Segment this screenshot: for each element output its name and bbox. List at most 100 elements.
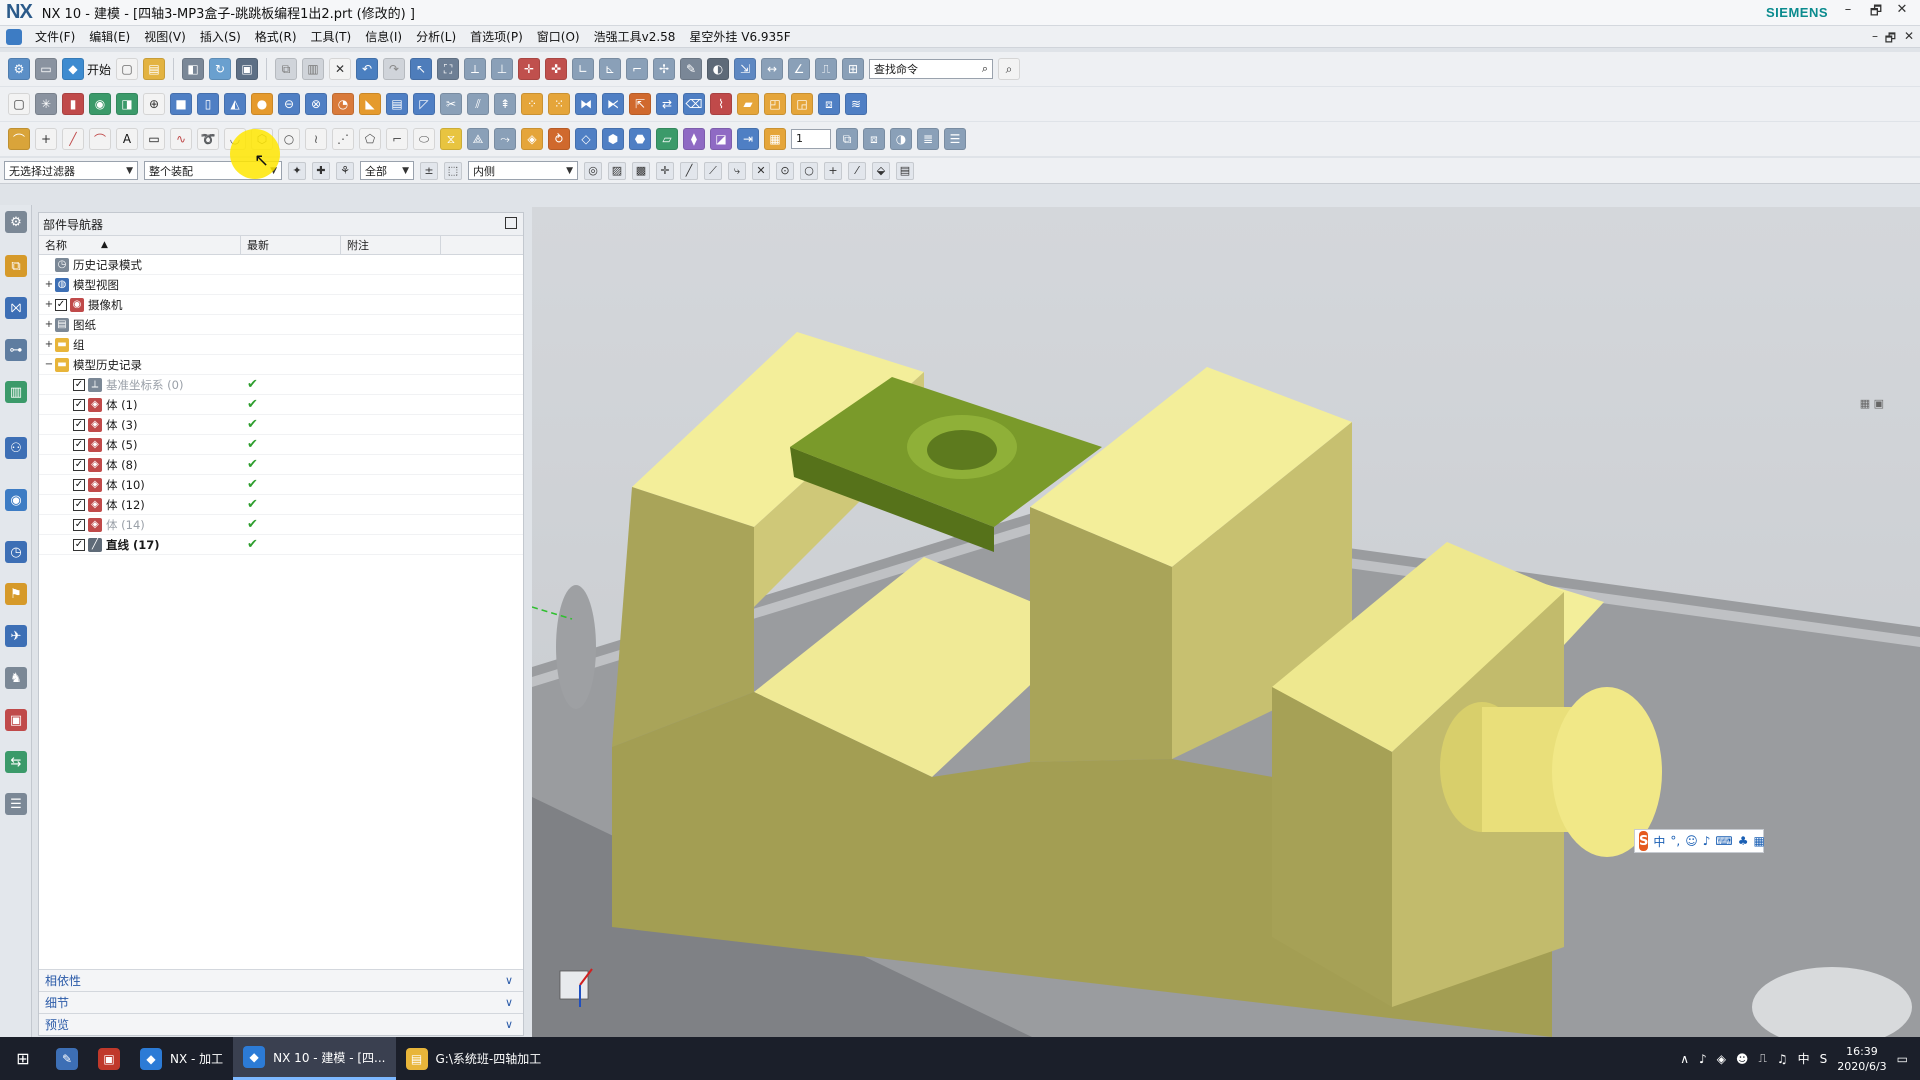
extract-geometry-icon[interactable]: ⧈ — [818, 93, 840, 115]
dependencies-panel[interactable]: 相依性 ∨ — [39, 969, 523, 991]
thicken-icon[interactable]: ▰ — [737, 93, 759, 115]
snap-face-icon[interactable]: ▨ — [608, 161, 626, 180]
shading-icon[interactable]: ◐ — [707, 58, 730, 80]
maximize-icon[interactable] — [505, 217, 517, 229]
tree-row[interactable]: ✓ ◈ 体 (5) ✔ — [39, 435, 523, 455]
ruled-surface-icon[interactable]: ◇ — [575, 128, 597, 150]
brush-icon[interactable]: ✎ — [680, 58, 703, 80]
reuse-library-icon[interactable]: ▥ — [5, 381, 27, 403]
snap-intersection-icon[interactable]: ✕ — [752, 161, 770, 180]
datum-icon[interactable]: ✳ — [35, 93, 57, 115]
filter-reset-icon[interactable]: ✦ — [288, 161, 306, 180]
hole-icon[interactable]: ◉ — [89, 93, 111, 115]
layer-category-icon[interactable]: ≣ — [917, 128, 939, 150]
tree-expander-icon[interactable]: − — [43, 359, 55, 370]
cone-icon[interactable]: ◭ — [224, 93, 246, 115]
sogou-tray-icon[interactable]: S — [1820, 1052, 1828, 1066]
window-layout-icon[interactable]: ▭ — [35, 58, 57, 80]
microphone-icon[interactable]: ♪ — [1699, 1052, 1707, 1066]
sketch-icon[interactable]: ▢ — [8, 93, 30, 115]
unite-icon[interactable]: ⊕ — [143, 93, 165, 115]
user-icon[interactable]: ☻ — [1736, 1052, 1749, 1066]
block-icon[interactable]: ■ — [170, 93, 192, 115]
tree-row[interactable]: ✓ ◈ 体 (14) ✔ — [39, 515, 523, 535]
web-browser-icon[interactable]: ◉ — [5, 489, 27, 511]
roles-icon[interactable]: ♞ — [5, 667, 27, 689]
system-scenes-icon[interactable]: ⇆ — [5, 751, 27, 773]
system-materials-icon[interactable]: ▣ — [5, 709, 27, 731]
taskbar-nx-modeling[interactable]: ◆ NX 10 - 建模 - [四... — [233, 1037, 396, 1080]
point-create-icon[interactable]: + — [35, 128, 57, 150]
doc-restore-icon[interactable]: 🗗 — [1885, 29, 1896, 50]
trim-sheet-icon[interactable]: ◪ — [710, 128, 732, 150]
chamfer-icon[interactable]: ◣ — [359, 93, 381, 115]
menu-view[interactable]: 视图(V) — [137, 28, 193, 45]
ime-punctuation-toggle[interactable]: °, — [1670, 834, 1680, 848]
visibility-checkbox[interactable]: ✓ — [73, 378, 85, 391]
spline-icon[interactable]: ∿ — [170, 128, 192, 150]
layer-stack-icon[interactable]: ☰ — [944, 128, 966, 150]
intersect-icon[interactable]: ⊗ — [305, 93, 327, 115]
line-icon[interactable]: ╱ — [62, 128, 84, 150]
pattern-feature-icon[interactable]: ⁘ — [521, 93, 543, 115]
fillet-curve-icon[interactable]: ⌐ — [386, 128, 408, 150]
manufacturing-wizard-icon[interactable]: ✈ — [5, 625, 27, 647]
measure-distance-icon[interactable]: ↔ — [761, 58, 784, 80]
wcs-display-icon[interactable]: ⌐ — [626, 58, 649, 80]
redo-icon[interactable]: ↷ — [383, 58, 406, 80]
constraint-navigator-icon[interactable]: ⨝ — [5, 297, 27, 319]
helix-icon[interactable]: ➰ — [197, 128, 219, 150]
tree-row[interactable]: ✓ ◈ 体 (12) ✔ — [39, 495, 523, 515]
draft-icon[interactable]: ◸ — [413, 93, 435, 115]
select-all-icon[interactable]: ✚ — [312, 161, 330, 180]
visibility-checkbox[interactable]: ✓ — [73, 398, 85, 411]
extract-curve-icon[interactable]: ⤳ — [494, 128, 516, 150]
fit-view-icon[interactable]: ⛶ — [437, 58, 460, 80]
studio-surface-icon[interactable]: ⬢ — [602, 128, 624, 150]
offset-surface-icon[interactable]: ⧫ — [683, 128, 705, 150]
notification-center-icon[interactable]: ▭ — [1897, 1052, 1908, 1066]
emoji-icon[interactable]: ☺ — [1685, 834, 1698, 848]
section-curve-icon[interactable]: ⟁ — [467, 128, 489, 150]
menu-xingkong-plugin[interactable]: 星空外挂 V6.935F — [682, 28, 797, 45]
app-menu-icon[interactable] — [6, 28, 22, 45]
sogou-ime-logo[interactable]: S — [1639, 831, 1649, 851]
intersection-curve-icon[interactable]: ⧖ — [440, 128, 462, 150]
edge-blend-icon[interactable]: ◔ — [332, 93, 354, 115]
defender-icon[interactable]: ◈ — [1717, 1052, 1726, 1066]
tree-expander-icon[interactable]: + — [43, 279, 55, 290]
section-icon[interactable]: ⊞ — [842, 58, 865, 80]
tree-row[interactable]: ✓ ◈ 体 (3) ✔ — [39, 415, 523, 435]
text-icon[interactable]: A — [116, 128, 138, 150]
layer-number-input[interactable]: 1 — [791, 129, 831, 149]
mirror-body-icon[interactable]: ⧔ — [602, 93, 624, 115]
emboss-icon[interactable]: ◲ — [791, 93, 813, 115]
restore-button[interactable]: 🗗 — [1864, 2, 1888, 22]
tree-row[interactable]: + ▬ 组 — [39, 335, 523, 355]
snap-center-icon[interactable]: ⊙ — [776, 161, 794, 180]
view-options-icon[interactable]: ▦ ▣ — [1860, 397, 1884, 410]
snap-point-icon[interactable]: ✛ — [656, 161, 674, 180]
select-icon[interactable]: ↖ — [410, 58, 433, 80]
taskbar-pinned-tool[interactable]: ✎ — [46, 1037, 88, 1080]
menu-edit[interactable]: 编辑(E) — [82, 28, 137, 45]
snap-body-icon[interactable]: ▩ — [632, 161, 650, 180]
tree-row[interactable]: − ▬ 模型历史记录 — [39, 355, 523, 375]
microphone-icon[interactable]: ♪ — [1703, 834, 1711, 848]
tree-row[interactable]: ✓ ◈ 体 (8) ✔ — [39, 455, 523, 475]
ellipse-icon[interactable]: ⬭ — [413, 128, 435, 150]
delete-face-icon[interactable]: ⌫ — [683, 93, 705, 115]
visibility-checkbox[interactable]: ✓ — [73, 438, 85, 451]
preview-panel[interactable]: 预览 ∨ — [39, 1013, 523, 1035]
doc-minimize-icon[interactable]: – — [1872, 29, 1878, 43]
point-icon[interactable]: ✢ — [653, 58, 676, 80]
history-icon[interactable]: ◷ — [5, 541, 27, 563]
patch-icon[interactable]: ◰ — [764, 93, 786, 115]
move-to-layer-icon[interactable]: ⧉ — [836, 128, 858, 150]
trim-body-icon[interactable]: ✂ — [440, 93, 462, 115]
search-icon[interactable]: ⌕ — [982, 62, 988, 76]
visibility-checkbox[interactable]: ✓ — [73, 518, 85, 531]
assembly-filter-icon[interactable]: ⚘ — [336, 161, 354, 180]
start-button[interactable]: 开始 — [87, 61, 111, 78]
snap-control-icon[interactable]: ⤷ — [728, 161, 746, 180]
